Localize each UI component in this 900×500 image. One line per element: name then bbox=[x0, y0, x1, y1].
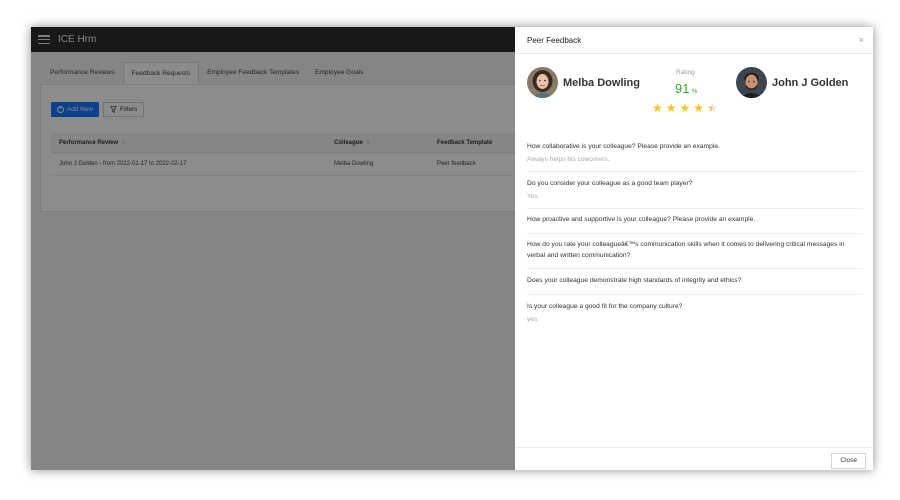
reviewer-card: Melba Dowling bbox=[527, 67, 640, 98]
feedback-question: Does your colleague demonstrate high sta… bbox=[527, 277, 742, 284]
drawer-footer: Close bbox=[515, 447, 873, 470]
rating-value: 91% bbox=[675, 81, 698, 96]
feedback-answer: Yes bbox=[527, 193, 538, 200]
feedback-item: How do you rate your colleagueâ€™s commu… bbox=[527, 239, 863, 269]
rating-label: Rating bbox=[676, 69, 695, 76]
background-app: ICE Hrm Performance Reviews Feedback Req… bbox=[31, 27, 515, 470]
close-icon[interactable]: × bbox=[859, 35, 864, 45]
drawer-title: Peer Feedback bbox=[527, 36, 582, 45]
drawer-header: Peer Feedback × bbox=[515, 27, 873, 54]
feedback-item: Does your colleague demonstrate high sta… bbox=[527, 275, 863, 295]
feedback-question: How do you rate your colleagueâ€™s commu… bbox=[527, 241, 845, 259]
star-icon: ★ bbox=[665, 101, 677, 115]
rating-stars: ★ ★ ★ ★ ★ bbox=[652, 102, 718, 114]
reviewee-name: John J Golden bbox=[772, 76, 849, 89]
feedback-question: How collaborative is your colleague? Ple… bbox=[527, 143, 720, 150]
feedback-answer: Always helps his coworkers. bbox=[527, 156, 610, 163]
half-star-icon: ★ bbox=[707, 102, 718, 114]
reviewer-name: Melba Dowling bbox=[563, 76, 640, 89]
feedback-item: Do you consider your colleague as a good… bbox=[527, 178, 863, 209]
feedback-question: How proactive and supportive is your col… bbox=[527, 216, 756, 223]
star-icon: ★ bbox=[693, 101, 705, 115]
star-icon: ★ bbox=[679, 101, 691, 115]
avatar-john-j-golden bbox=[736, 67, 767, 98]
modal-backdrop[interactable] bbox=[31, 27, 515, 470]
feedback-item: Is your colleague a good fit for the com… bbox=[527, 301, 863, 331]
feedback-question: Is your colleague a good fit for the com… bbox=[527, 303, 683, 310]
star-icon: ★ bbox=[652, 101, 663, 115]
feedback-item: How proactive and supportive is your col… bbox=[527, 214, 863, 234]
reviewee-card: John J Golden bbox=[736, 67, 848, 98]
feedback-question: Do you consider your colleague as a good… bbox=[527, 180, 693, 187]
avatar-melba-dowling bbox=[527, 67, 558, 98]
close-button[interactable]: Close bbox=[831, 453, 866, 469]
feedback-answer: yes bbox=[527, 316, 538, 323]
app-window: ICE Hrm Performance Reviews Feedback Req… bbox=[31, 27, 873, 470]
peer-feedback-drawer: Peer Feedback × Melba Dowling Rating 91%… bbox=[515, 27, 873, 470]
feedback-item: How collaborative is your colleague? Ple… bbox=[527, 141, 863, 172]
